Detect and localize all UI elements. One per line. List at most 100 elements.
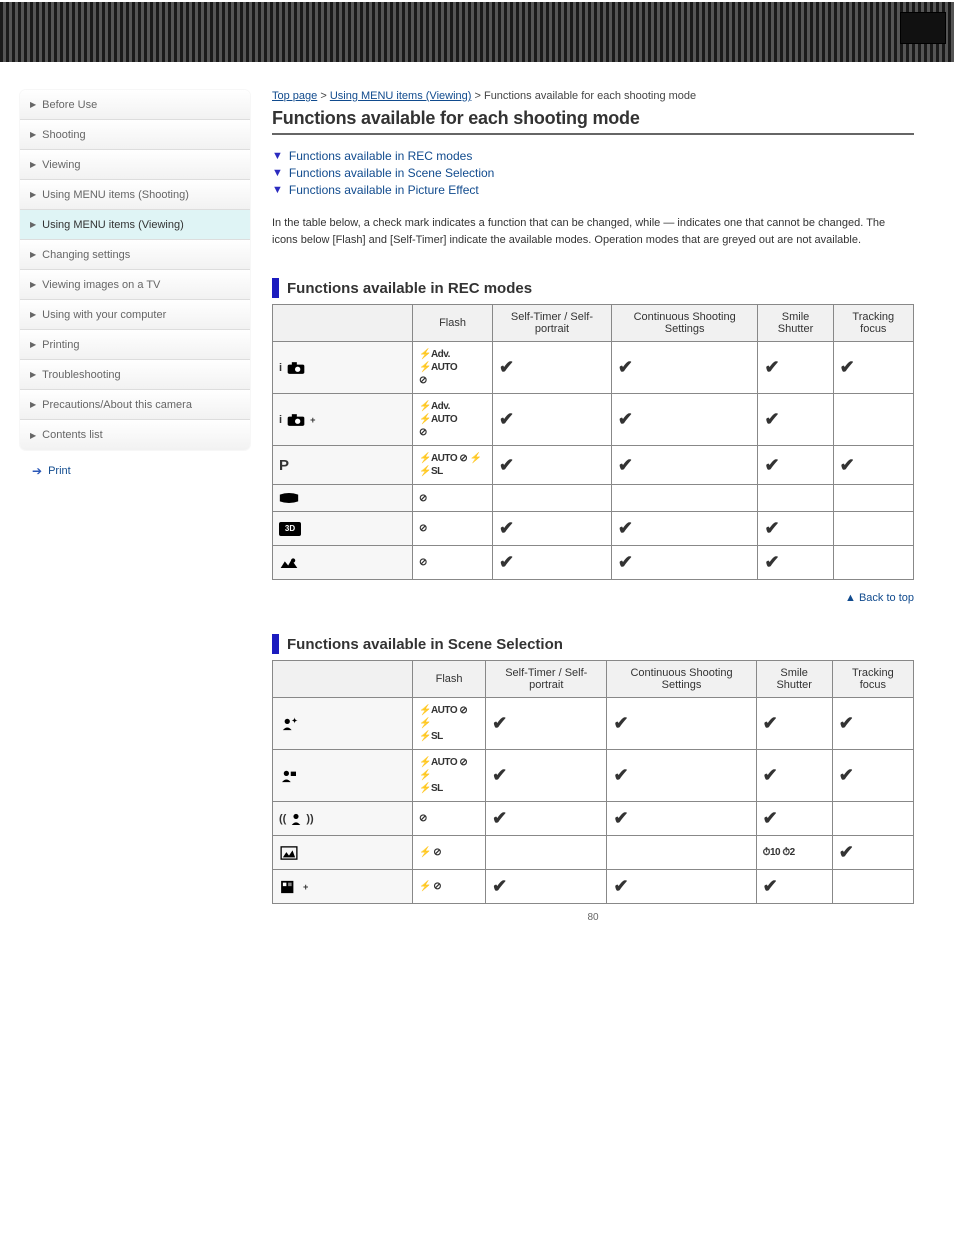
print-link[interactable]: ➔ Print [20,464,250,478]
section-heading: Functions available in REC modes [272,278,914,298]
check-icon: ✔ [613,713,628,733]
svg-text:✦: ✦ [292,717,298,725]
program-auto-icon: P [279,457,406,474]
sidebar-nav: ▶Before Use ▶Shooting ▶Viewing ▶Using ME… [20,90,250,450]
heading-bar-icon [272,278,279,298]
page-title: Functions available for each shooting mo… [272,108,914,135]
flash-modes: ⊘ [419,493,427,504]
check-icon: ✔ [763,876,778,896]
check-icon: ✔ [499,357,514,377]
caret-right-icon: ▶ [30,370,36,379]
breadcrumb-current: Functions available for each shooting mo… [484,90,696,102]
section-heading: Functions available in Scene Selection [272,634,914,654]
caret-right-icon: ▶ [30,160,36,169]
triangle-down-icon: ▼ [272,184,283,196]
col-mode [273,305,413,342]
timer-options: ⏱10 ⏱2 [763,847,795,858]
sidebar-item-settings[interactable]: ▶Changing settings [20,240,250,270]
page-number: 80 [272,912,914,923]
check-icon: ✔ [499,518,514,538]
breadcrumb-top[interactable]: Top page [272,90,317,102]
col-continuous: Continuous Shooting Settings [611,305,758,342]
sidebar-item-printing[interactable]: ▶Printing [20,330,250,360]
sidebar-item-label: Using MENU items (Viewing) [42,219,184,231]
col-selftimer: Self-Timer / Self-portrait [493,305,612,342]
check-icon: ✔ [618,518,633,538]
rec-modes-table: Flash Self-Timer / Self-portrait Continu… [272,304,914,580]
print-label: Print [48,465,71,477]
check-icon: ✔ [764,518,779,538]
anchor-links: ▼Functions available in REC modes ▼Funct… [272,149,914,197]
anchor-link[interactable]: ▼Functions available in REC modes [272,149,914,163]
caret-right-icon: ▶ [30,190,36,199]
back-to-top[interactable]: ▲ Back to top [272,592,914,604]
table-row: ✦ ⚡AUTO ⊘ ⚡ ⚡SL ✔ ✔ ✔ ✔ [273,698,914,750]
table-row: i+ ⚡Adv. ⚡AUTO ⊘ ✔ ✔ ✔ [273,394,914,446]
table-row: ⊘ ✔ ✔ ✔ [273,546,914,580]
main-content: Top page > Using MENU items (Viewing) > … [272,90,936,923]
page-header-strip [0,0,954,62]
sidebar-item-shooting[interactable]: ▶Shooting [20,120,250,150]
check-icon: ✔ [499,552,514,572]
table-row: + ⚡ ⊘ ✔ ✔ ✔ [273,870,914,904]
caret-right-icon: ▶ [30,310,36,319]
sidebar-item-precautions[interactable]: ▶Precautions/About this camera [20,390,250,420]
flash-modes: ⚡ ⊘ [419,847,441,858]
table-header-row: Flash Self-Timer / Self-portrait Continu… [273,305,914,342]
check-icon: ✔ [839,765,854,785]
sidebar-item-tv[interactable]: ▶Viewing images on a TV [20,270,250,300]
sidebar-item-viewing[interactable]: ▶Viewing [20,150,250,180]
soft-skin-icon: ✦ [279,717,406,731]
anchor-link[interactable]: ▼Functions available in Scene Selection [272,166,914,180]
check-icon: ✔ [764,455,779,475]
flash-modes: ⚡Adv. ⚡AUTO ⊘ [419,401,457,438]
caret-right-icon: ▶ [30,130,36,139]
check-icon: ✔ [764,552,779,572]
check-icon: ✔ [763,713,778,733]
caret-right-icon: ▶ [30,431,36,440]
check-icon: ✔ [839,842,854,862]
arrow-right-icon: ➔ [32,464,42,478]
check-icon: ✔ [613,876,628,896]
sidebar-item-menu-viewing[interactable]: ▶ Using MENU items (Viewing) [20,210,250,240]
check-icon: ✔ [764,409,779,429]
check-icon: ✔ [763,808,778,828]
sidebar-item-label: Contents list [42,429,103,441]
flash-modes: ⚡AUTO ⊘ ⚡ ⚡SL [419,453,482,477]
flash-modes: ⊘ [419,523,427,534]
sidebar-item-label: Before Use [42,99,97,111]
table-row: ⚡AUTO ⊘ ⚡ ⚡SL ✔ ✔ ✔ ✔ [273,750,914,802]
flash-modes: ⚡Adv. ⚡AUTO ⊘ [419,349,457,386]
sidebar-item-computer[interactable]: ▶Using with your computer [20,300,250,330]
sidebar-item-before-use[interactable]: ▶Before Use [20,90,250,120]
col-tracking: Tracking focus [832,661,913,698]
table-header-row: Flash Self-Timer / Self-portrait Continu… [273,661,914,698]
3d-icon: 3D [279,522,406,536]
check-icon: ✔ [492,713,507,733]
sidebar-item-label: Troubleshooting [42,369,120,381]
sidebar-item-contents[interactable]: ▶ Contents list [20,420,250,450]
check-icon: ✔ [840,455,855,475]
breadcrumb-category[interactable]: Using MENU items (Viewing) [330,90,472,102]
sidebar-item-menu-shooting[interactable]: ▶Using MENU items (Shooting) [20,180,250,210]
check-icon: ✔ [839,713,854,733]
caret-right-icon: ▶ [30,220,36,229]
sidebar-item-label: Precautions/About this camera [42,399,192,411]
check-icon: ✔ [618,409,633,429]
section-title: Functions available in Scene Selection [287,636,563,653]
flash-modes: ⊘ [419,557,427,568]
check-icon: ✔ [492,765,507,785]
caret-right-icon: ▶ [30,280,36,289]
table-row: P ⚡AUTO ⊘ ⚡ ⚡SL ✔ ✔ ✔ ✔ [273,446,914,485]
sidebar: ▶Before Use ▶Shooting ▶Viewing ▶Using ME… [20,90,250,923]
sidebar-item-troubleshooting[interactable]: ▶ Troubleshooting [20,360,250,390]
triangle-down-icon: ▼ [272,150,283,162]
flash-modes: ⊘ [419,813,427,824]
backlight-hdr-icon: + [279,880,406,894]
col-mode [273,661,413,698]
intelligent-auto-icon: i [279,361,406,375]
anchor-link[interactable]: ▼Functions available in Picture Effect [272,183,914,197]
check-icon: ✔ [492,876,507,896]
col-smile: Smile Shutter [756,661,832,698]
table-row: ⊘ [273,485,914,512]
